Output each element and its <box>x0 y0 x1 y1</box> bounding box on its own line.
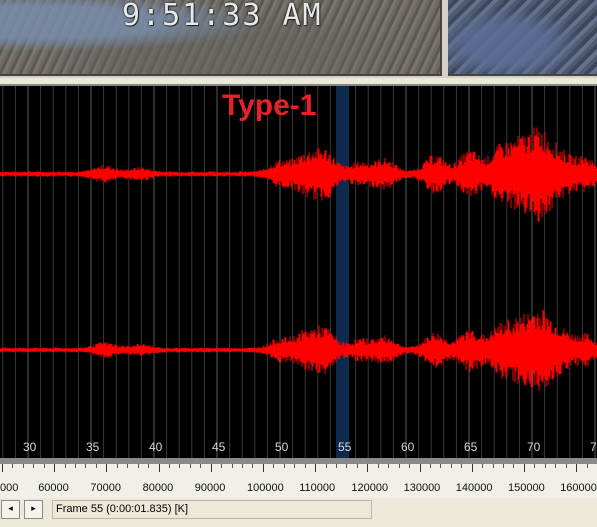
ruler-label: 130000 <box>403 482 441 494</box>
frame-tick-label: 50 <box>275 440 289 454</box>
ruler-label: 140000 <box>455 482 493 494</box>
status-bar: ◂ ▸ Frame 55 (0:00:01.835) [K] <box>0 498 597 527</box>
ruler-minor-tick <box>388 464 390 468</box>
ruler-tick <box>54 464 56 472</box>
ruler-minor-tick <box>127 464 129 468</box>
ruler-minor-tick <box>492 464 494 468</box>
ruler-tick <box>419 464 421 472</box>
ruler-minor-tick <box>22 464 24 468</box>
ruler-minor-tick <box>169 464 170 468</box>
ruler-tick <box>158 464 160 472</box>
ruler-label: 70000 <box>90 482 121 494</box>
frame-tick-label: 40 <box>149 440 163 454</box>
ruler-minor-tick <box>43 464 45 468</box>
frame-tick-label: 45 <box>212 440 226 454</box>
ruler-minor-tick <box>430 464 431 468</box>
frame-tick-label: 75 <box>590 440 597 454</box>
ruler-minor-tick <box>450 464 452 468</box>
frame-status-text: Frame 55 (0:00:01.835) [K] <box>52 500 372 519</box>
ruler-minor-tick <box>346 464 348 468</box>
ruler-minor-tick <box>95 464 97 468</box>
ruler-minor-tick <box>534 464 536 468</box>
ruler-minor-tick <box>461 464 463 468</box>
ruler-tick <box>2 464 3 472</box>
ruler-minor-tick <box>325 464 327 468</box>
step-back-button[interactable]: ◂ <box>1 500 20 519</box>
frame-tick-label: 35 <box>86 440 100 454</box>
ruler-minor-tick <box>513 464 515 468</box>
ruler-tick <box>210 464 212 472</box>
ruler-tick <box>367 464 369 472</box>
ruler-minor-tick <box>336 464 337 468</box>
ruler-minor-tick <box>75 464 76 468</box>
ruler-tick <box>576 464 578 472</box>
frame-tick-label: 65 <box>464 440 478 454</box>
step-forward-button[interactable]: ▸ <box>24 500 43 519</box>
ruler-minor-tick <box>242 464 243 468</box>
ruler-minor-tick <box>252 464 254 468</box>
ruler-label: 110000 <box>299 482 336 494</box>
ruler-label: 120000 <box>351 482 389 494</box>
ruler-tick <box>315 464 317 472</box>
ruler-minor-tick <box>221 464 223 468</box>
ruler-label: 60000 <box>38 482 69 494</box>
ruler-minor-tick <box>273 464 275 468</box>
ruler-minor-tick <box>304 464 306 468</box>
ruler-minor-tick <box>544 464 546 468</box>
ruler-minor-tick <box>356 464 358 468</box>
ruler-minor-tick <box>12 464 14 468</box>
ruler-tick <box>263 464 264 472</box>
ruler-minor-tick <box>482 464 484 468</box>
ruler-tick <box>524 464 525 472</box>
frame-tick-label: 60 <box>401 440 415 454</box>
video-timestamp: 9:51:33 AM <box>122 0 323 33</box>
ruler-minor-tick <box>33 464 35 468</box>
video-frame-left[interactable]: 9:51:33 AM <box>0 0 442 76</box>
ruler-minor-tick <box>503 464 504 468</box>
ruler-minor-tick <box>377 464 379 468</box>
waveform-channel-2 <box>0 310 597 391</box>
step-forward-icon: ▸ <box>31 504 36 514</box>
ruler-minor-tick <box>440 464 442 468</box>
waveform-panel[interactable]: Type-1 30 35 40 45 50 55 60 65 70 75 <box>0 84 597 460</box>
ruler-label: 90000 <box>194 482 226 494</box>
ruler-minor-tick <box>231 464 233 468</box>
ruler-label: 150000 <box>508 482 545 494</box>
ruler-tick <box>471 464 473 472</box>
waveform-channel-1 <box>0 127 597 223</box>
frame-tick-label: 30 <box>23 440 37 454</box>
ruler-minor-tick <box>586 464 588 468</box>
ruler-minor-tick <box>283 464 285 468</box>
ruler-minor-tick <box>200 464 202 468</box>
video-preview-strip: 9:51:33 AM <box>0 0 597 78</box>
frame-tick-label: 55 <box>338 440 352 454</box>
ruler-label: 100000 <box>247 482 284 494</box>
ruler-minor-tick <box>565 464 567 468</box>
frame-tick-label: 70 <box>527 440 541 454</box>
ruler-minor-tick <box>294 464 296 468</box>
ruler-label: 80000 <box>142 482 174 494</box>
ruler-minor-tick <box>116 464 118 468</box>
ruler-minor-tick <box>398 464 400 468</box>
ruler-minor-tick <box>85 464 87 468</box>
ruler-label: 160000 <box>560 482 597 494</box>
ruler-minor-tick <box>64 464 66 468</box>
waveform-canvas <box>0 86 597 460</box>
sample-ruler[interactable]: 000 60000 70000 80000 90000 100000 110000 12000… <box>0 464 597 498</box>
ruler-label: 000 <box>0 482 19 494</box>
ruler-minor-tick <box>137 464 139 468</box>
type-label: Type-1 <box>222 89 317 122</box>
step-back-icon: ◂ <box>8 504 13 514</box>
current-frame-highlight <box>336 86 349 460</box>
ruler-minor-tick <box>179 464 181 468</box>
ruler-minor-tick <box>555 464 557 468</box>
ruler-tick <box>106 464 108 472</box>
ruler-minor-tick <box>148 464 149 468</box>
video-frame-right[interactable] <box>448 0 597 76</box>
ruler-minor-tick <box>409 464 410 468</box>
ruler-minor-tick <box>189 464 191 468</box>
